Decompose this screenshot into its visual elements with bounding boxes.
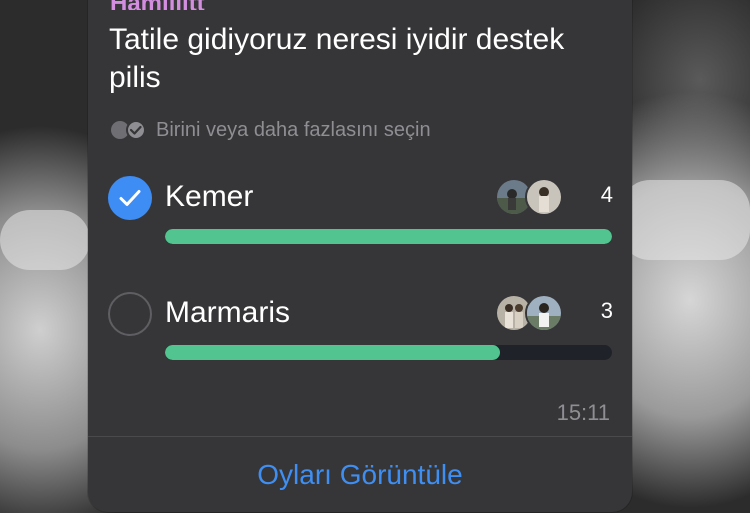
sender-name[interactable]: Hamiiiitt (110, 0, 205, 10)
poll-message-bubble: Hamiiiitt Tatile gidiyoruz neresi iyidir… (88, 0, 632, 512)
option-label: Marmaris (165, 296, 290, 329)
background-shape (620, 180, 750, 260)
avatar (525, 294, 563, 332)
message-timestamp: 15:11 (556, 400, 610, 425)
poll-subtitle: Birini veya daha fazlasını seçin (110, 118, 431, 142)
view-votes-button[interactable]: Oyları Görüntüle (88, 437, 632, 512)
option-label: Kemer (165, 180, 254, 213)
voter-avatars[interactable] (495, 178, 563, 216)
vote-progress-bar (165, 345, 612, 360)
poll-subtitle-text: Birini veya daha fazlasını seçin (156, 118, 431, 141)
vote-progress-bar (165, 229, 612, 244)
checkmark-icon (119, 190, 141, 206)
poll-question: Tatile gidiyoruz neresi iyidir destek pi… (109, 23, 565, 94)
background-shape (0, 210, 90, 270)
multiple-choice-icon (111, 120, 146, 140)
vote-count: 3 (600, 298, 613, 323)
avatar (525, 178, 563, 216)
voter-avatars[interactable] (495, 294, 563, 332)
vote-progress-fill (165, 229, 612, 244)
vote-count: 4 (600, 182, 613, 207)
poll-option-marmaris[interactable]: Marmaris 3 (108, 292, 613, 362)
vote-progress-fill (165, 345, 501, 360)
option-checkbox-checked[interactable] (108, 176, 152, 220)
option-checkbox-unchecked[interactable] (108, 292, 152, 336)
poll-option-kemer[interactable]: Kemer 4 (108, 176, 613, 246)
